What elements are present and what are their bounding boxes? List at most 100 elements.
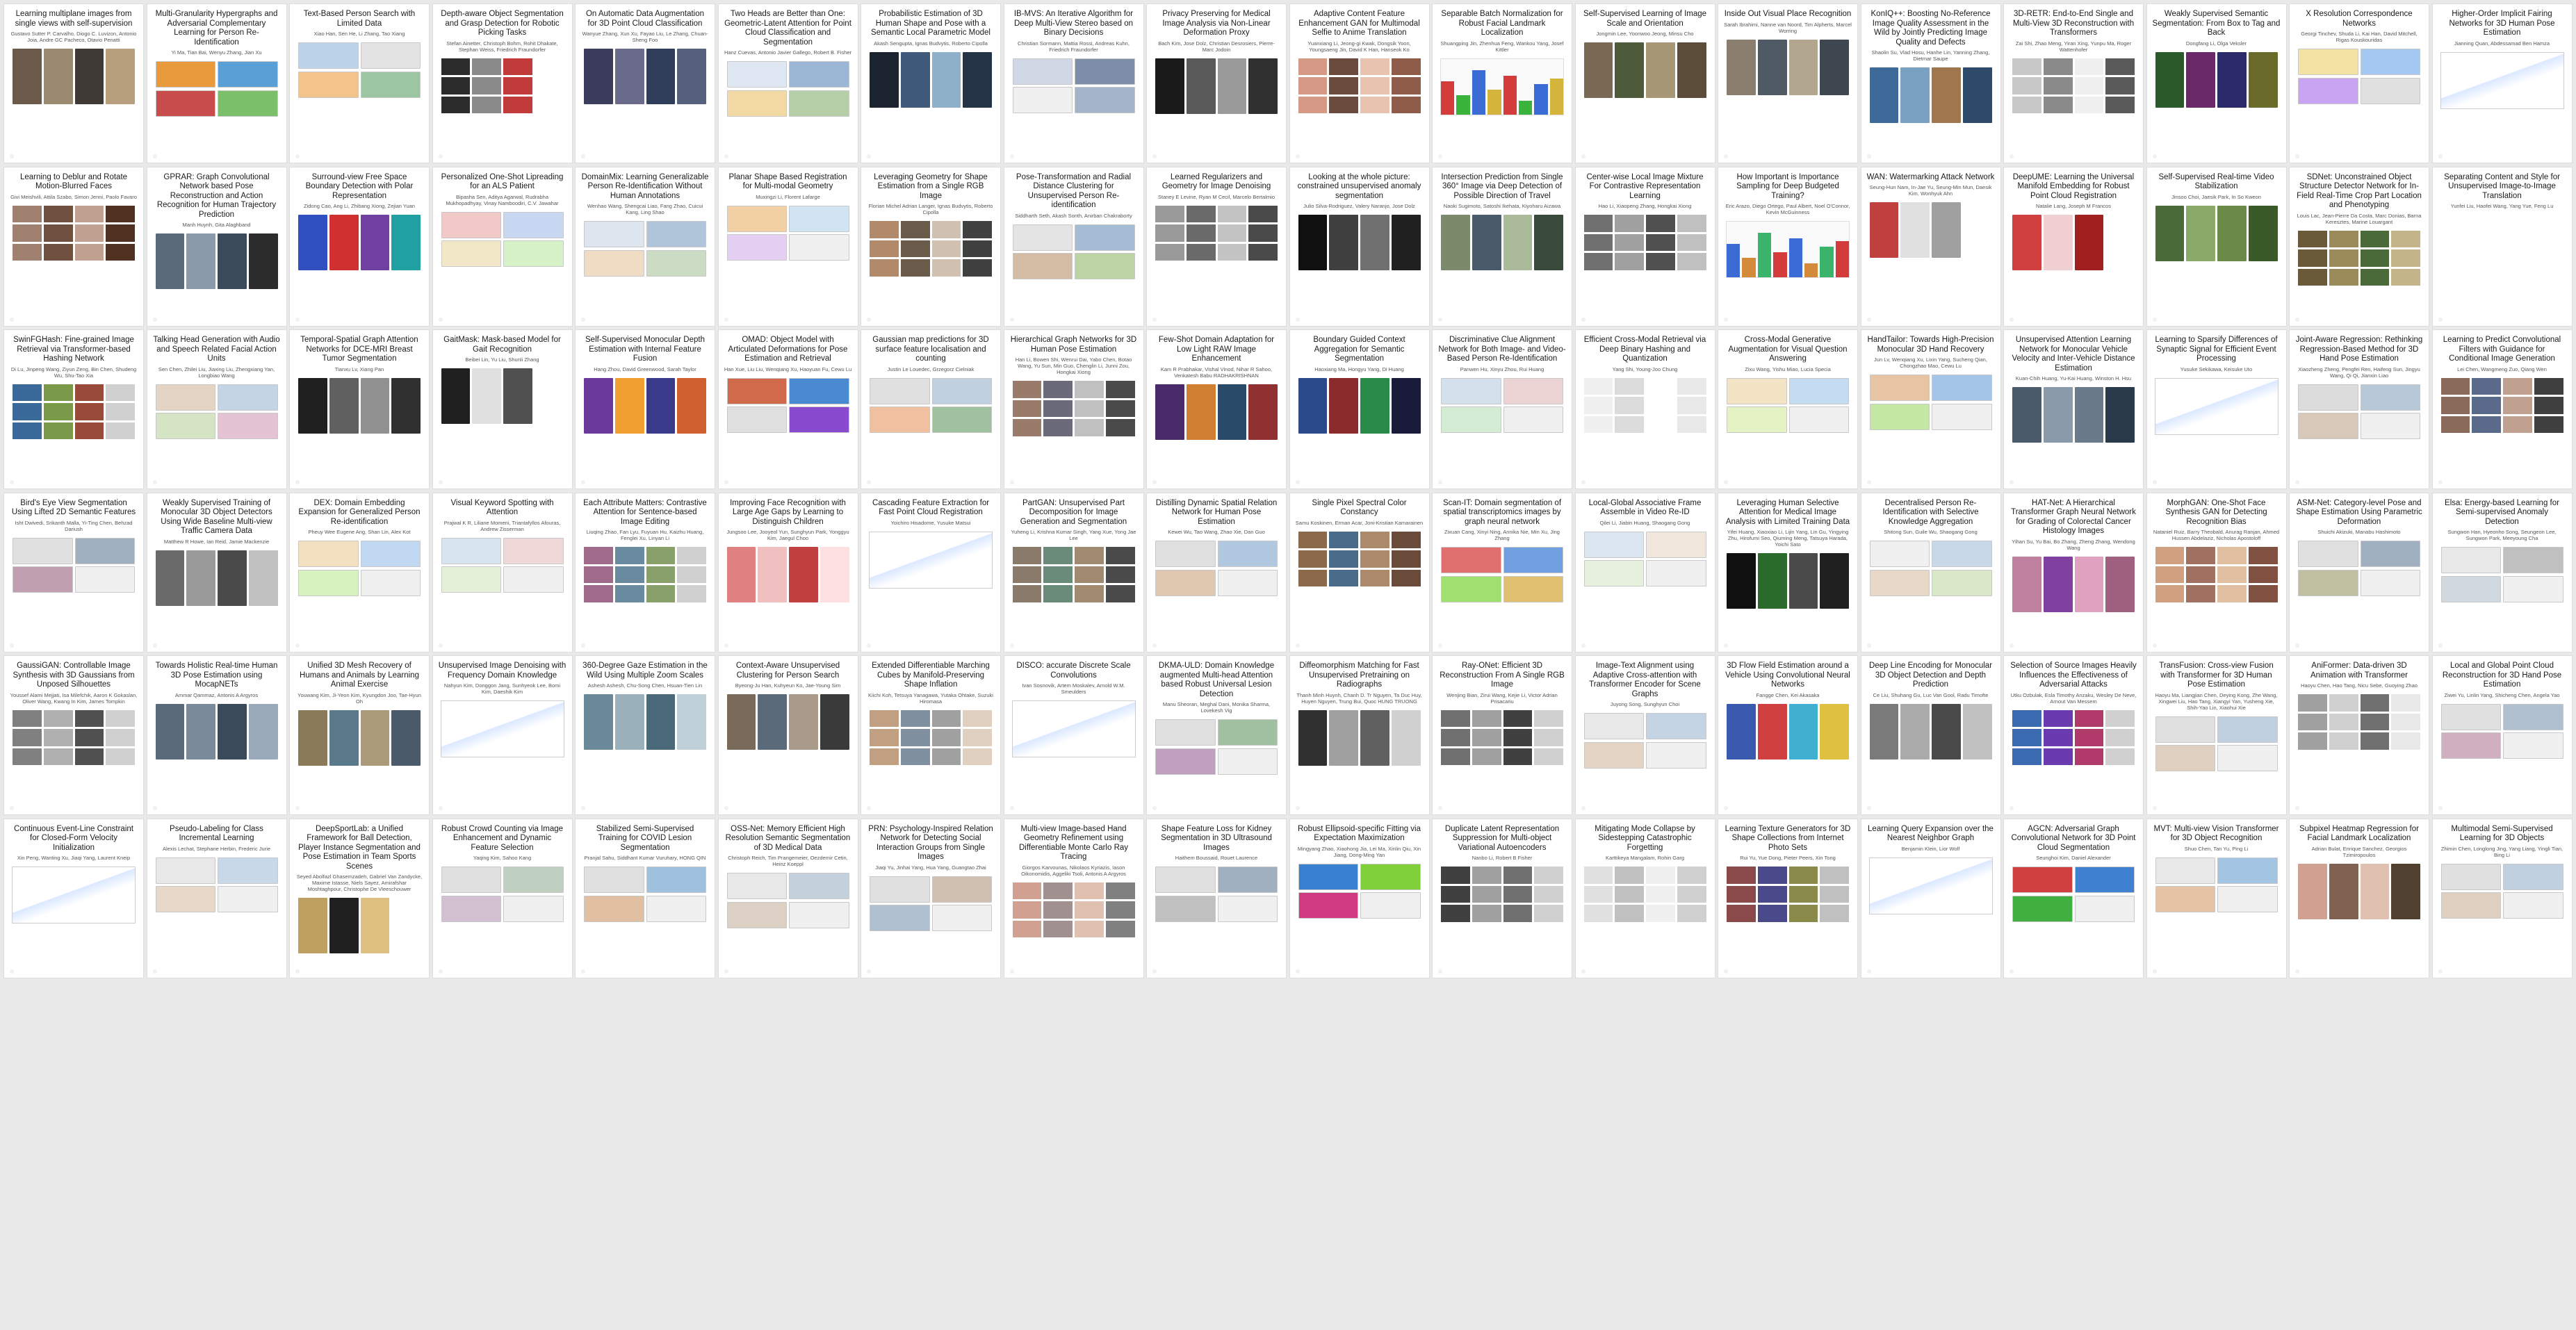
paper-thumbnail[interactable] [2298,49,2420,104]
paper-card[interactable]: Self-Supervised Monocular Depth Estimati… [576,330,715,489]
paper-thumbnail[interactable] [1012,547,1135,602]
paper-thumbnail[interactable] [1727,553,1849,609]
paper-card[interactable]: Privacy Preserving for Medical Image Ana… [1147,4,1286,163]
bookmark-icon[interactable] [1152,806,1157,810]
bookmark-icon[interactable] [1724,317,1728,322]
paper-title[interactable]: Stabilized Semi-Supervised Training for … [581,825,709,853]
paper-title[interactable]: HAT-Net: A Hierarchical Transformer Grap… [2010,499,2137,536]
paper-title[interactable]: Center-wise Local Image Mixture For Cont… [1581,173,1709,202]
paper-card[interactable]: OMAD: Object Model with Articulated Defo… [718,330,858,489]
bookmark-icon[interactable] [2010,643,2014,648]
bookmark-icon[interactable] [295,643,300,648]
bookmark-icon[interactable] [867,317,871,322]
bookmark-icon[interactable] [2010,969,2014,974]
bookmark-icon[interactable] [1438,969,1442,974]
bookmark-icon[interactable] [10,969,14,974]
bookmark-icon[interactable] [152,969,157,974]
paper-thumbnail[interactable] [1869,202,1992,258]
bookmark-icon[interactable] [2295,643,2299,648]
paper-title[interactable]: HandTailor: Towards High-Precision Monoc… [1867,336,1995,354]
bookmark-icon[interactable] [2438,317,2443,322]
paper-title[interactable]: Deep Line Encoding for Monocular 3D Obje… [1867,662,1995,690]
paper-thumbnail[interactable] [13,205,135,261]
paper-card[interactable]: Learning Texture Generators for 3D Shape… [1718,819,1857,978]
paper-thumbnail[interactable] [1298,377,1421,434]
paper-thumbnail[interactable] [870,51,992,108]
paper-thumbnail[interactable] [1869,703,1992,760]
bookmark-icon[interactable] [1152,317,1157,322]
paper-title[interactable]: Decentralised Person Re-Identification w… [1867,499,1995,527]
paper-thumbnail[interactable] [2298,694,2420,750]
paper-title[interactable]: GaitMask: Mask-based Model for Gait Reco… [439,336,566,354]
paper-title[interactable]: Single Pixel Spectral Color Constancy [1296,499,1424,518]
paper-card[interactable]: 3D Flow Field Estimation around a Vehicl… [1718,656,1857,814]
paper-thumbnail[interactable] [584,867,706,922]
paper-card[interactable]: Unified 3D Mesh Recovery of Humans and A… [290,656,429,814]
paper-title[interactable]: 3D Flow Field Estimation around a Vehicl… [1724,662,1852,690]
bookmark-icon[interactable] [1295,317,1300,322]
bookmark-icon[interactable] [438,806,443,810]
bookmark-icon[interactable] [295,969,300,974]
paper-card[interactable]: Learning to Predict Convolutional Filter… [2432,330,2572,489]
paper-thumbnail[interactable] [1583,377,1706,434]
paper-title[interactable]: Robust Crowd Counting via Image Enhancem… [439,825,566,853]
paper-thumbnail[interactable] [1727,377,1849,434]
bookmark-icon[interactable] [1009,480,1014,484]
paper-thumbnail[interactable] [2154,377,2279,435]
bookmark-icon[interactable] [2295,480,2299,484]
paper-title[interactable]: Scan-IT: Domain segmentation of spatial … [1438,499,1566,527]
paper-card[interactable]: Multi-view Image-based Hand Geometry Ref… [1004,819,1143,978]
bookmark-icon[interactable] [1295,154,1300,158]
paper-thumbnail[interactable] [1155,867,1278,922]
paper-thumbnail[interactable] [1298,531,1421,587]
paper-card[interactable]: Robust Ellipsoid-specific Fitting via Ex… [1289,819,1429,978]
paper-card[interactable]: TransFusion: Cross-view Fusion with Tran… [2146,656,2286,814]
bookmark-icon[interactable] [1295,480,1300,484]
paper-card[interactable]: Boundary Guided Context Aggregation for … [1289,330,1429,489]
paper-thumbnail[interactable] [298,377,421,434]
paper-thumbnail[interactable] [2155,51,2278,108]
paper-thumbnail[interactable] [2298,863,2420,919]
paper-title[interactable]: Weakly Supervised Training of Monocular … [153,499,281,536]
paper-thumbnail[interactable] [1727,867,1849,922]
paper-card[interactable]: Diffeomorphism Matching for Fast Unsuper… [1289,656,1429,814]
paper-title[interactable]: Gaussian map predictions for 3D surface … [867,336,995,364]
paper-title[interactable]: Learning to Sparsify Differences of Syna… [2153,336,2281,364]
bookmark-icon[interactable] [1009,969,1014,974]
bookmark-icon[interactable] [2010,154,2014,158]
bookmark-icon[interactable] [438,317,443,322]
paper-card[interactable]: DomainMix: Learning Generalizable Person… [576,167,715,326]
paper-card[interactable]: Adaptive Content Feature Enhancement GAN… [1289,4,1429,163]
bookmark-icon[interactable] [2010,480,2014,484]
paper-card[interactable]: Hierarchical Graph Networks for 3D Human… [1004,330,1143,489]
paper-card[interactable]: 3D-RETR: End-to-End Single and Multi-Vie… [2004,4,2143,163]
paper-title[interactable]: DeepSportLab: a Unified Framework for Ba… [295,825,423,872]
bookmark-icon[interactable] [1438,480,1442,484]
bookmark-icon[interactable] [2295,969,2299,974]
bookmark-icon[interactable] [867,969,871,974]
paper-title[interactable]: Intersection Prediction from Single 360°… [1438,173,1566,202]
paper-card[interactable]: Elsa: Energy-based Learning for Semi-sup… [2432,493,2572,652]
bookmark-icon[interactable] [2152,317,2157,322]
paper-title[interactable]: Context-Aware Unsupervised Clustering fo… [724,662,852,680]
paper-title[interactable]: 360-Degree Gaze Estimation in the Wild U… [581,662,709,680]
bookmark-icon[interactable] [1438,806,1442,810]
paper-thumbnail[interactable] [1583,867,1706,922]
paper-card[interactable]: MVT: Multi-view Vision Transformer for 3… [2146,819,2286,978]
paper-title[interactable]: Ray-ONet: Efficient 3D Reconstruction Fr… [1438,662,1566,690]
paper-thumbnail[interactable] [155,233,278,289]
paper-thumbnail[interactable] [441,211,564,268]
paper-title[interactable]: Pseudo-Labeling for Class Incremental Le… [153,825,281,844]
paper-card[interactable]: Bird's Eye View Segmentation Using Lifte… [4,493,143,652]
paper-title[interactable]: Self-Supervised Real-time Video Stabiliz… [2153,173,2281,192]
paper-card[interactable]: Learned Regularizers and Geometry for Im… [1147,167,1286,326]
paper-card[interactable]: Single Pixel Spectral Color Constancy Sa… [1289,493,1429,652]
paper-card[interactable]: Multi-Granularity Hypergraphs and Advers… [147,4,286,163]
paper-card[interactable]: On Automatic Data Augmentation for 3D Po… [576,4,715,163]
paper-card[interactable]: Distilling Dynamic Spatial Relation Netw… [1147,493,1286,652]
paper-thumbnail[interactable] [2155,205,2278,261]
paper-title[interactable]: Leveraging Human Selective Attention for… [1724,499,1852,527]
paper-card[interactable]: Leveraging Geometry for Shape Estimation… [861,167,1000,326]
bookmark-icon[interactable] [1724,643,1728,648]
paper-card[interactable]: Inside Out Visual Place Recognition Sara… [1718,4,1857,163]
